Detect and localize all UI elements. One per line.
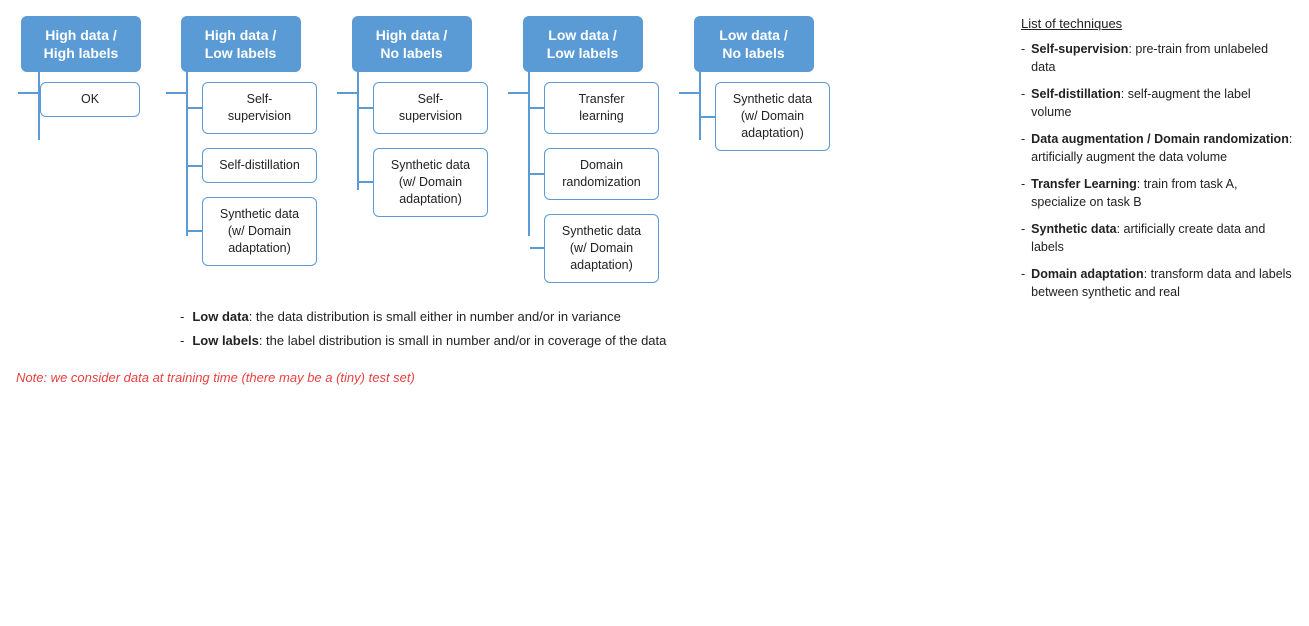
technique-text-5: Synthetic data: artificially create data…	[1031, 221, 1293, 256]
technique-dash-1: -	[1021, 41, 1025, 76]
column-5: Low data /No labels Synthetic data(w/ Do…	[677, 16, 830, 151]
child-synthetic-3: Synthetic data(w/ Domainadaptation)	[373, 148, 488, 217]
technique-dash-6: -	[1021, 266, 1025, 301]
technique-dash-5: -	[1021, 221, 1025, 256]
legend-term-2: Low labels	[192, 333, 258, 348]
technique-term-6: Domain adaptation	[1031, 267, 1144, 281]
legend-text-2: Low labels: the label distribution is sm…	[192, 331, 666, 352]
legend-item-1: - Low data: the data distribution is sma…	[176, 307, 1005, 328]
column-4: Low data /Low labels Transferlearning	[506, 16, 659, 283]
header-box-3: High data /No labels	[352, 16, 472, 72]
legend-text-1: Low data: the data distribution is small…	[192, 307, 620, 328]
column-3: High data /No labels Self-supervision	[335, 16, 488, 217]
child-box-ok: OK	[40, 82, 140, 117]
technique-item-6: - Domain adaptation: transform data and …	[1021, 266, 1293, 301]
technique-term-5: Synthetic data	[1031, 222, 1116, 236]
technique-text-4: Transfer Learning: train from task A, sp…	[1031, 176, 1293, 211]
child-self-supervision-3: Self-supervision	[373, 82, 488, 134]
technique-item-3: - Data augmentation / Domain randomizati…	[1021, 131, 1293, 166]
technique-dash-3: -	[1021, 131, 1025, 166]
note-text: Note: we consider data at training time …	[16, 370, 415, 385]
legend-term-1: Low data	[192, 309, 248, 324]
technique-term-1: Self-supervision	[1031, 42, 1128, 56]
column-1: High data /High labels OK	[16, 16, 146, 140]
main-layout: High data /High labels OK High data /Low…	[16, 16, 1293, 385]
columns-row: High data /High labels OK High data /Low…	[16, 16, 1005, 283]
legend-def-2: : the label distribution is small in num…	[259, 333, 667, 348]
legend-item-2: - Low labels: the label distribution is …	[176, 331, 1005, 352]
technique-term-4: Transfer Learning	[1031, 177, 1137, 191]
child-synthetic-2: Synthetic data(w/ Domainadaptation)	[202, 197, 317, 266]
header-box-5: Low data /No labels	[694, 16, 814, 72]
column-2: High data /Low labels Self-supervision	[164, 16, 317, 266]
legend-dash-1: -	[176, 307, 184, 328]
header-box-2: High data /Low labels	[181, 16, 301, 72]
technique-text-1: Self-supervision: pre-train from unlabel…	[1031, 41, 1293, 76]
technique-term-2: Self-distillation	[1031, 87, 1121, 101]
right-panel: List of techniques - Self-supervision: p…	[1013, 16, 1293, 311]
diagram-area: High data /High labels OK High data /Low…	[16, 16, 1005, 385]
child-synthetic-5: Synthetic data(w/ Domainadaptation)	[715, 82, 830, 151]
technique-item-1: - Self-supervision: pre-train from unlab…	[1021, 41, 1293, 76]
legend-dash-2: -	[176, 331, 184, 352]
child-transfer-learning: Transferlearning	[544, 82, 659, 134]
right-panel-title: List of techniques	[1021, 16, 1293, 31]
technique-item-5: - Synthetic data: artificially create da…	[1021, 221, 1293, 256]
technique-term-3: Data augmentation / Domain randomization	[1031, 132, 1289, 146]
technique-text-3: Data augmentation / Domain randomization…	[1031, 131, 1293, 166]
child-synthetic-4: Synthetic data(w/ Domainadaptation)	[544, 214, 659, 283]
technique-text-6: Domain adaptation: transform data and la…	[1031, 266, 1293, 301]
child-self-distillation: Self-distillation	[202, 148, 317, 183]
note-area: Note: we consider data at training time …	[16, 370, 1005, 385]
technique-item-2: - Self-distillation: self-augment the la…	[1021, 86, 1293, 121]
technique-item-4: - Transfer Learning: train from task A, …	[1021, 176, 1293, 211]
legend-area: - Low data: the data distribution is sma…	[16, 307, 1005, 357]
technique-text-2: Self-distillation: self-augment the labe…	[1031, 86, 1293, 121]
technique-dash-2: -	[1021, 86, 1025, 121]
technique-dash-4: -	[1021, 176, 1025, 211]
header-box-1: High data /High labels	[21, 16, 141, 72]
header-box-4: Low data /Low labels	[523, 16, 643, 72]
child-self-supervision-2: Self-supervision	[202, 82, 317, 134]
legend-def-1: : the data distribution is small either …	[249, 309, 621, 324]
child-domain-randomization: Domainrandomization	[544, 148, 659, 200]
